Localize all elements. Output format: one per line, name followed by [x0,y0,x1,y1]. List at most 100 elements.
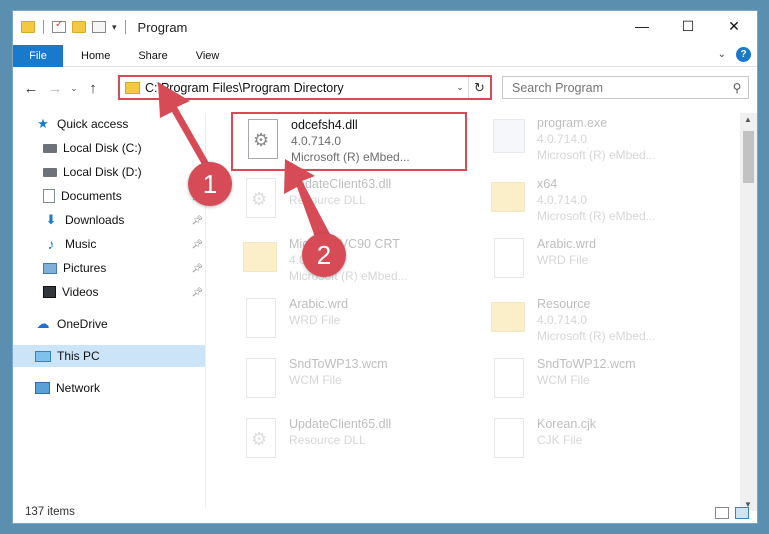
sidebar-item-quick-access[interactable]: ★ Quick access [13,113,205,135]
file-type: WRD File [289,313,341,327]
file-version: 4.0.714.0 [537,193,588,207]
file-item-sndtowp13-wcm[interactable]: SndToWP13.wcm WCM File [231,353,471,409]
address-bar[interactable]: C:\Program Files\Program Directory ⌄ ↻ [118,75,492,100]
expand-ribbon-icon[interactable]: ⌄ [718,49,726,60]
pc-icon [35,350,51,362]
sidebar-item-pictures[interactable]: Pictures 📌︎ [13,257,205,279]
exe-file-icon [491,115,527,163]
help-icon[interactable]: ? [736,47,751,62]
file-item-microsoftvc90-crt[interactable]: MicrosoftVC90 CRT 4.0.714.0 Microsoft (R… [231,233,471,289]
up-arrow-icon[interactable]: ↑ [81,80,105,97]
videos-icon [43,286,56,298]
file-item-updateclient63-dll[interactable]: ⚙ UpdateClient63.dll Resource DLL [231,173,471,229]
ribbon-controls: ⌄ ? [718,47,751,62]
file-item-updateclient65-dll[interactable]: ⚙ UpdateClient65.dll Resource DLL [231,413,471,469]
explorer-window: ▾ Program — ☐ ✕ File Home Share View ⌄ ?… [12,10,758,524]
file-item-arabic-wrd[interactable]: Arabic.wrd WRD File [231,293,471,349]
status-bar: 137 items [13,501,757,523]
folder-icon [491,176,527,224]
pin-icon[interactable]: 📌︎ [192,263,203,274]
step-2-badge: 2 [302,233,346,277]
file-name: UpdateClient65.dll [289,417,392,431]
search-input[interactable] [512,80,726,95]
sidebar-item-network[interactable]: Network [13,377,205,399]
file-item-sndtowp12-wcm[interactable]: SndToWP12.wcm WCM File [479,353,719,409]
recent-locations-icon[interactable]: ⌄ [67,83,81,94]
pin-icon[interactable]: 📌︎ [192,239,203,250]
details-view-icon[interactable] [715,507,729,519]
large-icons-view-icon[interactable] [735,507,749,519]
file-name: Arabic.wrd [537,237,597,251]
properties-icon[interactable] [52,19,66,33]
network-icon [35,382,50,394]
sidebar-item-this-pc[interactable]: This PC [13,345,205,367]
file-name: SndToWP12.wcm [537,357,636,371]
file-description: Microsoft (R) eMbed... [537,148,656,162]
sidebar-item-music[interactable]: ♪ Music 📌︎ [13,233,205,255]
star-icon: ★ [37,116,49,131]
scroll-up-icon[interactable]: ▲ [744,115,752,124]
window-controls: — ☐ ✕ [619,11,757,41]
back-arrow-icon[interactable]: ← [19,80,43,97]
sidebar-item-label: Downloads [65,213,125,227]
file-item-program-exe[interactable]: program.exe 4.0.714.0 Microsoft (R) eMbe… [479,112,719,168]
search-box[interactable]: ⚲ [502,76,749,99]
sidebar-item-label: This PC [57,349,100,363]
new-folder-icon[interactable] [72,21,86,33]
customize-icon[interactable] [92,21,106,33]
tab-home[interactable]: Home [63,50,124,62]
tab-view[interactable]: View [182,50,234,62]
toolbar-divider [43,20,44,34]
chevron-down-icon[interactable]: ⌄ [452,82,468,93]
address-path[interactable]: C:\Program Files\Program Directory [145,81,452,95]
file-name: x64 [537,177,558,191]
downloads-icon: ⬇ [45,212,57,227]
sidebar-item-onedrive[interactable]: ☁ OneDrive [13,313,205,335]
view-toggle [715,507,749,519]
file-description: Microsoft (R) eMbed... [537,209,656,223]
file-name: SndToWP13.wcm [289,357,388,371]
title-bar: ▾ Program — ☐ ✕ [13,11,757,43]
file-item-korean-cjk[interactable]: Korean.cjk CJK File [479,413,719,469]
minimize-button[interactable]: — [619,11,665,41]
step-1-badge: 1 [188,162,232,206]
sidebar-item-videos[interactable]: Videos 📌︎ [13,281,205,303]
sidebar-item-label: Documents [61,189,122,203]
sidebar-item-local-disk-d[interactable]: Local Disk (D:) [13,161,205,183]
file-icon [243,296,279,344]
file-version: 4.0.714.0 [537,132,588,146]
toolbar-divider [124,20,126,34]
file-name: Arabic.wrd [289,297,349,311]
file-list: ⚙ odcefsh4.dll 4.0.714.0 Microsoft (R) e… [221,111,741,511]
onedrive-icon: ☁ [36,316,50,331]
folder-icon[interactable] [21,21,35,33]
tab-file[interactable]: File [13,44,63,67]
pin-icon[interactable]: 📌︎ [192,215,203,226]
quick-access-toolbar: ▾ [13,19,128,34]
file-item-x64[interactable]: x64 4.0.714.0 Microsoft (R) eMbed... [479,173,719,229]
disk-icon [43,167,57,177]
sidebar-item-label: Local Disk (D:) [63,165,142,179]
sidebar-item-documents[interactable]: Documents 📌︎ [13,185,205,207]
scroll-thumb[interactable] [743,131,754,183]
sidebar-item-label: OneDrive [57,317,108,331]
file-type: WRD File [537,253,589,267]
refresh-icon[interactable]: ↻ [468,77,490,98]
file-item-odcefsh4-dll[interactable]: ⚙ odcefsh4.dll 4.0.714.0 Microsoft (R) e… [231,112,467,171]
sidebar-item-label: Network [56,381,101,395]
window-title: Program [137,19,188,35]
search-icon[interactable]: ⚲ [726,81,748,95]
tab-share[interactable]: Share [124,50,181,62]
sidebar-item-downloads[interactable]: ⬇ Downloads 📌︎ [13,209,205,231]
file-item-resource[interactable]: Resource 4.0.714.0 Microsoft (R) eMbed..… [479,293,719,349]
sidebar-item-label: Local Disk (C:) [63,141,142,155]
close-button[interactable]: ✕ [711,11,757,41]
vertical-scrollbar[interactable]: ▲ ▼ [740,113,757,511]
maximize-button[interactable]: ☐ [665,11,711,41]
forward-arrow-icon[interactable]: → [43,80,67,97]
sidebar-item-local-disk-c[interactable]: Local Disk (C:) [13,137,205,159]
file-type: WCM File [537,373,590,387]
file-item-arabic-wrd[interactable]: Arabic.wrd WRD File [479,233,719,289]
pin-icon[interactable]: 📌︎ [192,287,203,298]
chevron-down-icon[interactable]: ▾ [112,22,117,33]
